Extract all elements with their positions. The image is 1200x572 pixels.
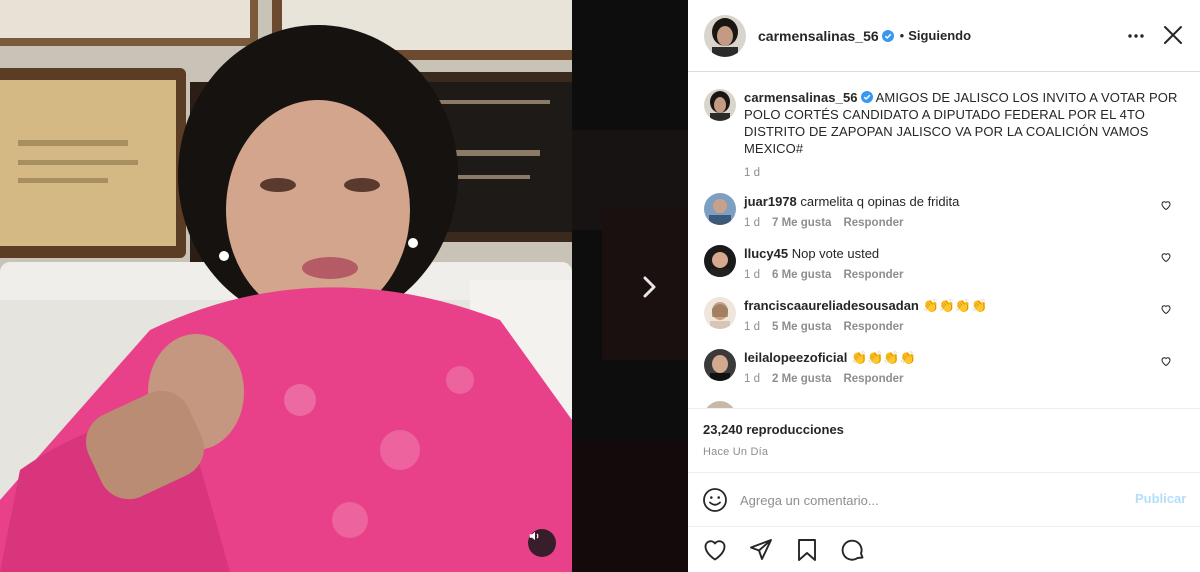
share-icon[interactable]: [748, 537, 774, 563]
like-icon[interactable]: [702, 537, 728, 563]
header-identity: carmensalinas_56 • Siguiendo: [758, 28, 971, 44]
speaker-icon: [529, 531, 539, 541]
comment-username[interactable]: juar1978: [744, 194, 797, 209]
post-header: carmensalinas_56 • Siguiendo: [688, 0, 1200, 72]
comment-meta: 1 d 6 Me gusta Responder: [744, 269, 1184, 281]
comment-input[interactable]: [740, 485, 1120, 515]
caption-time[interactable]: 1 d: [744, 167, 760, 179]
heart-icon[interactable]: [1160, 199, 1172, 211]
caption-text-block: carmensalinas_56 AMIGOS DE JALISCO LOS I…: [744, 89, 1184, 157]
heart-icon[interactable]: [1160, 355, 1172, 367]
comment-meta: 1 d 5 Me gusta Responder: [744, 321, 1184, 333]
comment-username[interactable]: franciscaaureliadesousadan: [744, 298, 919, 313]
comment-text: 👏👏👏👏: [922, 298, 988, 313]
view-count[interactable]: 23,240 reproducciones: [703, 422, 844, 437]
reply-button[interactable]: Responder: [843, 217, 903, 229]
comment-likes[interactable]: 5 Me gusta: [772, 321, 831, 333]
comment-item: llucy45 Nop vote usted 1 d 6 Me gusta Resp…: [704, 245, 1184, 289]
comment-text-line: juar1978 carmelita q opinas de fridita: [744, 193, 1184, 210]
next-video-preview: [572, 0, 688, 572]
comment-item: juar1978 carmelita q opinas de fridita 1…: [704, 193, 1184, 237]
comment-time[interactable]: 1 d: [744, 373, 760, 385]
video-frame: [0, 0, 572, 572]
comment-likes[interactable]: 6 Me gusta: [772, 269, 831, 281]
comment-text: carmelita q opinas de fridita: [800, 194, 960, 209]
post-video[interactable]: [0, 0, 572, 572]
author-avatar-image: [704, 14, 746, 57]
comment-time[interactable]: 1 d: [744, 269, 760, 281]
commenter-avatar[interactable]: [704, 349, 736, 381]
post-actions: [688, 526, 1200, 572]
comment-meta: 1 d 7 Me gusta Responder: [744, 217, 1184, 229]
comments-list[interactable]: carmensalinas_56 AMIGOS DE JALISCO LOS I…: [688, 73, 1200, 408]
commenter-avatar[interactable]: [704, 401, 736, 408]
comment-likes[interactable]: 7 Me gusta: [772, 217, 831, 229]
post-caption: carmensalinas_56 AMIGOS DE JALISCO LOS I…: [704, 89, 1184, 179]
instagram-post-modal: carmensalinas_56 • Siguiendo carmensalin…: [0, 0, 1200, 572]
comment-text: 👏👏👏👏: [850, 350, 916, 365]
commenter-avatar-image: [704, 245, 736, 277]
mute-button[interactable]: [528, 529, 556, 557]
caption-author-avatar[interactable]: [704, 89, 736, 121]
comment-meta: 1 d 2 Me gusta Responder: [744, 373, 1184, 385]
more-options-icon: [1128, 34, 1144, 38]
chevron-right-icon: [643, 276, 656, 298]
comment-item: franciscaaureliadesousadan 👏👏👏👏 1 d 5 Me …: [704, 297, 1184, 341]
add-comment-bar: Publicar: [688, 472, 1200, 526]
comment-username[interactable]: leilalopeezoficial: [744, 350, 847, 365]
comment-text-line: leilalopeezoficial 👏👏👏👏: [744, 349, 1184, 366]
comment-item: leilalopeezoficial 👏👏👏👏 1 d 2 Me gusta Res…: [704, 349, 1184, 393]
author-username[interactable]: carmensalinas_56: [758, 28, 879, 44]
commenter-avatar[interactable]: [704, 297, 736, 329]
post-date[interactable]: Hace Un Día: [703, 446, 768, 458]
comment-item-partial: [704, 401, 1184, 408]
emoji-icon[interactable]: [702, 487, 728, 513]
comment-time[interactable]: 1 d: [744, 321, 760, 333]
post-stats: 23,240 reproducciones Hace Un Día: [688, 408, 1200, 472]
commenter-avatar-image: [704, 401, 736, 408]
save-icon[interactable]: [794, 537, 820, 563]
verified-badge-icon: [881, 29, 894, 42]
heart-icon[interactable]: [1160, 303, 1172, 315]
following-button[interactable]: Siguiendo: [908, 28, 971, 43]
heart-icon[interactable]: [1160, 251, 1172, 263]
commenter-avatar[interactable]: [704, 245, 736, 277]
verified-badge-icon: [860, 91, 873, 103]
close-button[interactable]: [1160, 22, 1186, 48]
comment-text-line: franciscaaureliadesousadan 👏👏👏👏: [744, 297, 1184, 314]
commenter-avatar-image: [704, 349, 736, 381]
reply-button[interactable]: Responder: [843, 373, 903, 385]
next-post-button[interactable]: [632, 270, 666, 304]
close-icon: [1164, 26, 1182, 44]
publish-button[interactable]: Publicar: [1135, 491, 1186, 506]
commenter-avatar[interactable]: [704, 193, 736, 225]
commenter-avatar-image: [704, 193, 736, 225]
comment-time[interactable]: 1 d: [744, 217, 760, 229]
post-details-panel: carmensalinas_56 • Siguiendo carmensalin…: [688, 0, 1200, 572]
caption-avatar-image: [704, 89, 736, 121]
preview-frame: [572, 0, 688, 572]
commenter-avatar-image: [704, 297, 736, 329]
more-options-button[interactable]: [1124, 24, 1148, 48]
comment-likes[interactable]: 2 Me gusta: [772, 373, 831, 385]
comment-text: Nop vote usted: [791, 246, 880, 261]
reply-button[interactable]: Responder: [843, 321, 903, 333]
reply-button[interactable]: Responder: [843, 269, 903, 281]
caption-meta: 1 d: [744, 167, 1184, 179]
header-separator: •: [899, 28, 905, 43]
caption-username[interactable]: carmensalinas_56: [744, 90, 858, 105]
comment-icon[interactable]: [840, 537, 866, 563]
author-avatar[interactable]: [704, 14, 746, 57]
comment-username[interactable]: llucy45: [744, 246, 788, 261]
comment-text-line: llucy45 Nop vote usted: [744, 245, 1184, 262]
